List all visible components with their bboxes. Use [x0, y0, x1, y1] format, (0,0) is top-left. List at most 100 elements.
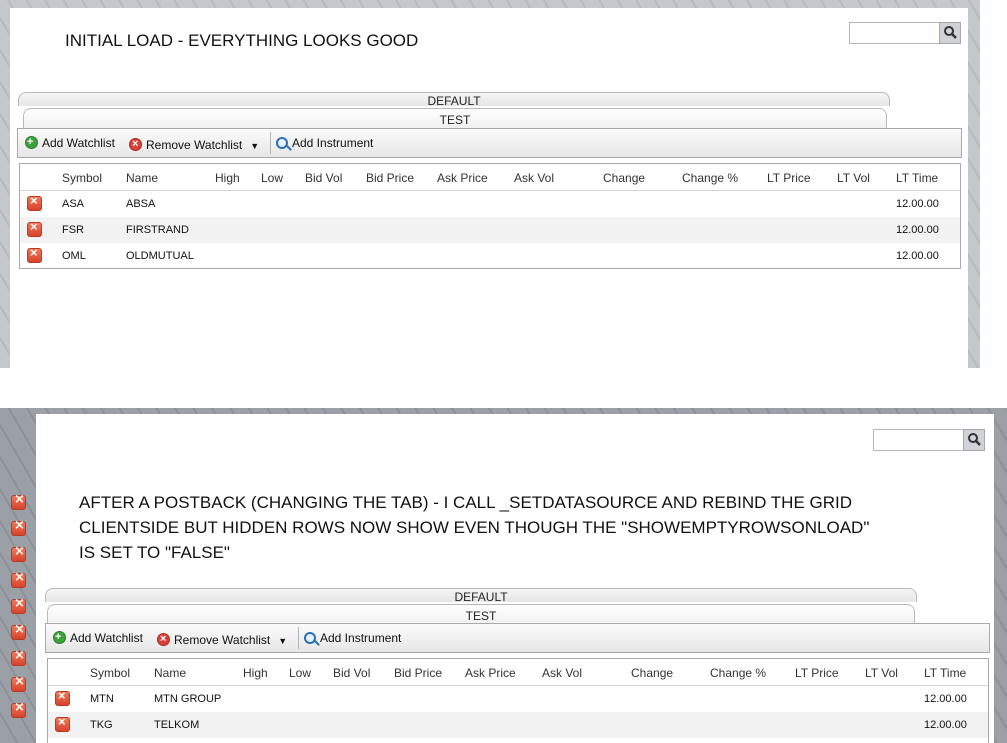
column-header[interactable]: High: [215, 171, 240, 185]
remove-watchlist-button[interactable]: Remove Watchlist ▼: [129, 136, 259, 154]
tab-test[interactable]: TEST: [23, 108, 887, 129]
annotation-initial: INITIAL LOAD - EVERYTHING LOOKS GOOD: [65, 31, 419, 50]
screenshot-initial-load: INITIAL LOAD - EVERYTHING LOOKS GOOD DEF…: [0, 0, 980, 368]
delete-row-icon[interactable]: [11, 674, 26, 692]
magnifier-icon: [304, 632, 316, 644]
remove-watchlist-button[interactable]: Remove Watchlist ▼: [157, 631, 287, 649]
column-header[interactable]: Name: [154, 666, 186, 680]
grid-header: Symbol Name High Low Bid Vol Bid Price A…: [20, 164, 960, 191]
column-header[interactable]: Name: [126, 171, 158, 185]
tab-default[interactable]: DEFAULT: [18, 92, 890, 106]
remove-circle-icon: [157, 631, 170, 647]
delete-row-icon[interactable]: [11, 622, 26, 640]
column-header[interactable]: Ask Vol: [514, 171, 554, 185]
table-row[interactable]: MTN MTN GROUP 12.00.00: [48, 686, 988, 712]
add-instrument-label: Add Instrument: [292, 136, 374, 150]
add-watchlist-button[interactable]: Add Watchlist: [53, 629, 143, 646]
column-header[interactable]: High: [243, 666, 268, 680]
instrument-grid: Symbol Name High Low Bid Vol Bid Price A…: [47, 658, 989, 743]
add-watchlist-button[interactable]: Add Watchlist: [25, 134, 115, 151]
table-row[interactable]: TKG TELKOM 12.00.00: [48, 712, 988, 738]
column-header[interactable]: Ask Price: [437, 171, 488, 185]
add-instrument-label: Add Instrument: [320, 631, 402, 645]
column-header[interactable]: LT Price: [767, 171, 811, 185]
table-row[interactable]: FSR FIRSTRAND 12.00.00: [20, 217, 960, 243]
table-row[interactable]: OML OLDMUTUAL 12.00.00: [20, 243, 960, 269]
watchlist-tabs: DEFAULT TEST: [18, 90, 890, 130]
delete-row-icon[interactable]: [55, 714, 70, 732]
annotation-line: CLIENTSIDE BUT HIDDEN ROWS NOW SHOW EVEN…: [79, 518, 870, 537]
column-header[interactable]: Bid Price: [366, 171, 414, 185]
delete-row-icon[interactable]: [11, 544, 26, 562]
delete-row-icon[interactable]: [11, 570, 26, 588]
cell-symbol: FSR: [62, 224, 84, 236]
column-header[interactable]: Low: [289, 666, 311, 680]
column-header[interactable]: Bid Vol: [305, 171, 342, 185]
tab-default[interactable]: DEFAULT: [45, 588, 917, 602]
delete-row-icon[interactable]: [27, 219, 42, 237]
add-circle-icon: [25, 134, 38, 150]
annotation-line: AFTER A POSTBACK (CHANGING THE TAB) - I …: [79, 493, 853, 512]
remove-watchlist-label: Remove Watchlist: [174, 633, 271, 647]
tab-test[interactable]: TEST: [47, 604, 915, 625]
delete-row-icon[interactable]: [27, 193, 42, 211]
cell-symbol: ASA: [62, 198, 85, 210]
watchlist-toolbar: Add Watchlist Remove Watchlist ▼ Add Inst…: [17, 128, 962, 158]
column-header[interactable]: Symbol: [62, 171, 102, 185]
column-header[interactable]: Ask Price: [465, 666, 516, 680]
column-header[interactable]: Change: [603, 171, 645, 185]
delete-row-icon[interactable]: [11, 648, 26, 666]
cell-name: OLDMUTUAL: [126, 250, 194, 262]
cell-name: ABSA: [126, 198, 156, 210]
column-header[interactable]: LT Vol: [865, 666, 898, 680]
cell-lt-time: 12.00.00: [924, 693, 967, 705]
column-header[interactable]: Bid Vol: [333, 666, 370, 680]
cell-lt-time: 12.00.00: [896, 198, 939, 210]
chevron-down-icon[interactable]: ▼: [278, 633, 287, 649]
column-header[interactable]: LT Price: [795, 666, 839, 680]
cell-name: TELKOM: [154, 719, 200, 731]
screenshot-after-postback: AFTER A POSTBACK (CHANGING THE TAB) - I …: [0, 408, 1007, 743]
delete-row-icon[interactable]: [11, 518, 26, 536]
column-header[interactable]: LT Vol: [837, 171, 870, 185]
add-watchlist-label: Add Watchlist: [42, 136, 115, 150]
annotation-line: IS SET TO "FALSE": [79, 543, 230, 562]
cell-lt-time: 12.00.00: [896, 224, 939, 236]
instrument-grid: Symbol Name High Low Bid Vol Bid Price A…: [19, 163, 961, 269]
cell-lt-time: 12.00.00: [896, 250, 939, 262]
cell-name: FIRSTRAND: [126, 224, 189, 236]
delete-row-icon[interactable]: [11, 596, 26, 614]
annotation-postback: AFTER A POSTBACK (CHANGING THE TAB) - I …: [79, 490, 869, 565]
magnifier-icon: [276, 137, 288, 149]
delete-row-icon[interactable]: [11, 700, 26, 718]
toolbar-divider: [270, 132, 271, 154]
add-instrument-button[interactable]: Add Instrument: [276, 135, 373, 151]
column-header[interactable]: Low: [261, 171, 283, 185]
add-circle-icon: [53, 629, 66, 645]
cell-lt-time: 12.00.00: [924, 719, 967, 731]
delete-row-icon[interactable]: [27, 245, 42, 263]
cell-symbol: OML: [62, 250, 86, 262]
add-watchlist-label: Add Watchlist: [70, 631, 143, 645]
column-header[interactable]: LT Time: [896, 171, 938, 185]
search-input[interactable]: [873, 429, 985, 451]
watchlist-toolbar: Add Watchlist Remove Watchlist ▼ Add Inst…: [45, 623, 990, 653]
add-instrument-button[interactable]: Add Instrument: [304, 630, 401, 646]
chevron-down-icon[interactable]: ▼: [250, 138, 259, 154]
table-row[interactable]: ASA ABSA 12.00.00: [20, 191, 960, 217]
column-header[interactable]: LT Time: [924, 666, 966, 680]
column-header[interactable]: Bid Price: [394, 666, 442, 680]
column-header[interactable]: Change %: [710, 666, 766, 680]
column-header[interactable]: Change %: [682, 171, 738, 185]
delete-row-icon[interactable]: [11, 492, 26, 510]
cell-symbol: TKG: [90, 719, 113, 731]
search-icon[interactable]: [963, 429, 985, 451]
column-header[interactable]: Change: [631, 666, 673, 680]
column-header[interactable]: Ask Vol: [542, 666, 582, 680]
watchlist-tabs: DEFAULT TEST: [45, 586, 917, 626]
delete-row-icon[interactable]: [55, 688, 70, 706]
search-input[interactable]: [849, 22, 961, 44]
toolbar-divider: [298, 627, 299, 649]
column-header[interactable]: Symbol: [90, 666, 130, 680]
search-icon[interactable]: [939, 22, 961, 44]
